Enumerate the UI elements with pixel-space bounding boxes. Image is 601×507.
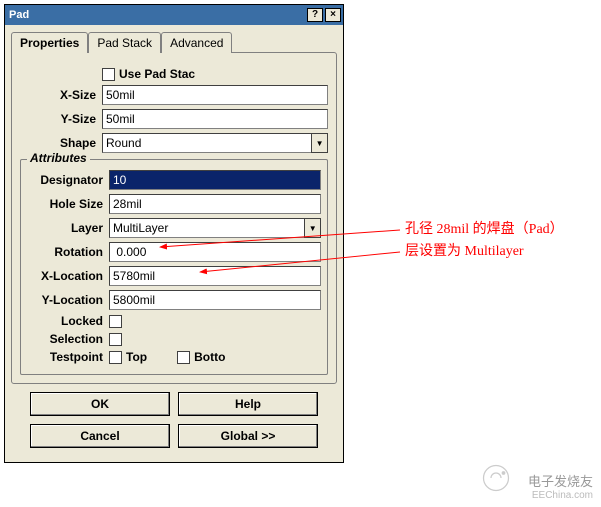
testpoint-bottom-checkbox[interactable]	[177, 351, 190, 364]
attributes-legend: Attributes	[27, 151, 90, 165]
testpoint-top-label: Top	[126, 350, 147, 364]
x-size-input[interactable]	[102, 85, 328, 105]
rotation-label: Rotation	[27, 245, 109, 259]
cancel-button[interactable]: Cancel	[30, 424, 170, 448]
shape-combo[interactable]: ▼	[102, 133, 328, 153]
hole-size-label: Hole Size	[27, 197, 109, 211]
help-button[interactable]: ?	[307, 8, 323, 22]
locked-checkbox[interactable]	[109, 315, 122, 328]
shape-value[interactable]	[102, 133, 311, 153]
layer-combo[interactable]: ▼	[109, 218, 321, 238]
shape-dropdown-icon[interactable]: ▼	[311, 133, 328, 153]
close-button[interactable]: ×	[325, 8, 341, 22]
testpoint-label: Testpoint	[27, 350, 109, 364]
tab-pad-stack[interactable]: Pad Stack	[88, 32, 161, 53]
layer-dropdown-icon[interactable]: ▼	[304, 218, 321, 238]
selection-label: Selection	[27, 332, 109, 346]
selection-checkbox[interactable]	[109, 333, 122, 346]
x-location-label: X-Location	[27, 269, 109, 283]
designator-input[interactable]	[109, 170, 321, 190]
titlebar[interactable]: Pad ? ×	[5, 5, 343, 25]
y-location-input[interactable]	[109, 290, 321, 310]
annotation-line2: 层设置为 Multilayer	[405, 240, 524, 260]
pad-dialog: Pad ? × Properties Pad Stack Advanced Us…	[4, 4, 344, 463]
x-location-input[interactable]	[109, 266, 321, 286]
annotation-line1: 孔径 28mil 的焊盘（Pad）	[405, 218, 564, 238]
shape-label: Shape	[20, 136, 102, 150]
watermark-brand: 电子发烧友	[528, 471, 593, 490]
watermark-url: EEChina.com	[528, 490, 593, 501]
x-size-label: X-Size	[20, 88, 102, 102]
y-size-input[interactable]	[102, 109, 328, 129]
layer-value[interactable]	[109, 218, 304, 238]
use-pad-stack-label: Use Pad Stac	[119, 67, 195, 81]
testpoint-bottom-label: Botto	[194, 350, 225, 364]
button-bar: OK Help Cancel Global >>	[11, 384, 337, 456]
use-pad-stack-checkbox[interactable]	[102, 68, 115, 81]
hole-size-input[interactable]	[109, 194, 321, 214]
testpoint-top-checkbox[interactable]	[109, 351, 122, 364]
locked-label: Locked	[27, 314, 109, 328]
layer-label: Layer	[27, 221, 109, 235]
y-location-label: Y-Location	[27, 293, 109, 307]
watermark-icon	[481, 463, 511, 493]
tab-properties[interactable]: Properties	[11, 32, 88, 53]
rotation-input[interactable]	[109, 242, 321, 262]
help-button-main[interactable]: Help	[178, 392, 318, 416]
watermark: 电子发烧友 EEChina.com	[528, 471, 593, 501]
ok-button[interactable]: OK	[30, 392, 170, 416]
properties-panel: Use Pad Stac X-Size Y-Size Shape ▼	[11, 52, 337, 384]
y-size-label: Y-Size	[20, 112, 102, 126]
tab-strip: Properties Pad Stack Advanced	[11, 32, 337, 53]
tab-advanced[interactable]: Advanced	[161, 32, 232, 53]
attributes-fieldset: Attributes Designator Hole Size Layer ▼	[20, 159, 328, 375]
window-title: Pad	[9, 9, 305, 21]
global-button[interactable]: Global >>	[178, 424, 318, 448]
designator-label: Designator	[27, 173, 109, 187]
